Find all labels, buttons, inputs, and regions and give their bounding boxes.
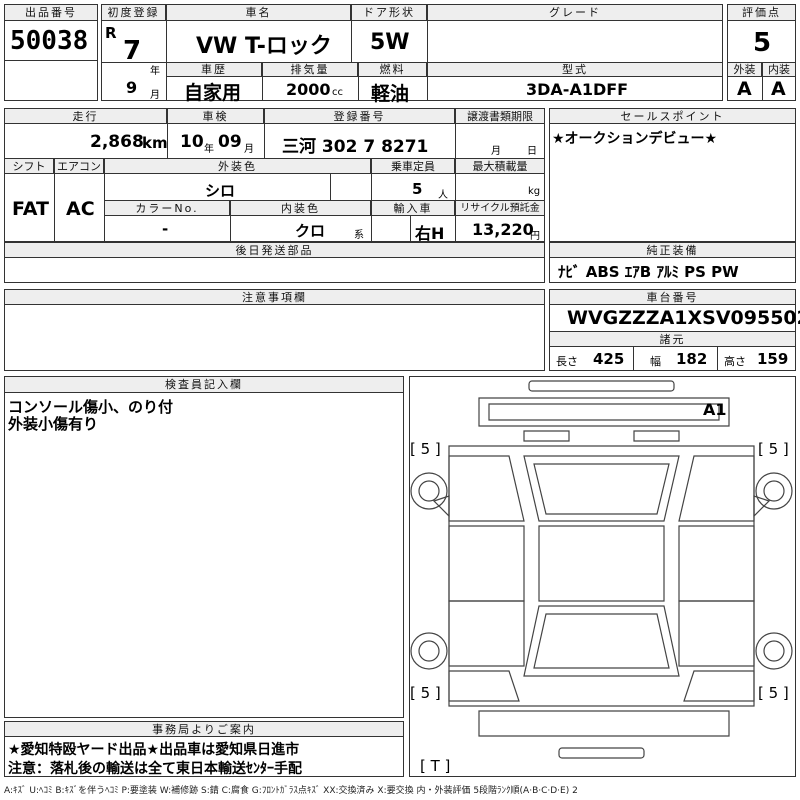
history: 自家用 [184,82,242,104]
specs-label: 諸元 [549,331,796,347]
mileage-unit: km [142,134,168,152]
era: R [105,24,117,42]
later-parts-label: 後日発送部品 [4,242,545,258]
shift-label: シフト [4,158,54,174]
chassis-number: WVGZZZA1XSV095502 [567,307,800,329]
inspector-line-2: 外装小傷有り [8,415,99,433]
reg-year-unit: 年 [150,66,160,77]
length: 425 [593,350,625,368]
sales-label: セールスポイント [549,108,796,124]
recycle-unit: 円 [530,231,540,242]
inspection-label: 車検 [167,108,264,124]
ac-label: エアコン [54,158,104,174]
mileage-label: 走行 [4,108,167,124]
tire-front-right: [ 5 ] [758,440,789,458]
insp-year: 10 [180,132,204,152]
exterior-color: シロ [205,182,236,200]
door-label: ドア形状 [351,4,427,21]
fuel-label: 燃料 [358,62,427,77]
chassis-label: 車台番号 [549,289,796,305]
shift: FAT [12,198,49,220]
load-unit: kg [528,186,541,197]
int-grade: A [771,78,786,100]
interior-label: 内装色 [230,200,371,216]
interior-unit: 系 [354,230,364,241]
equipment-label: 純正装備 [549,242,796,258]
interior-color: クロ [295,222,326,240]
ac: AC [66,198,95,220]
notes-label: 注意事項欄 [4,289,545,305]
transfer-month-unit: 月 [491,146,501,157]
score: 5 [753,28,772,58]
mileage: 2,868 [90,132,144,152]
name-label: 車名 [166,4,351,21]
insp-month: 09 [218,132,242,152]
tire-rear-left: [ 5 ] [410,684,441,702]
displacement-unit: cc [332,87,343,98]
detail-box [4,108,545,242]
grade-label: グレード [427,4,723,21]
tire-front-left: [ 5 ] [410,440,441,458]
reg-month-unit: 月 [150,90,160,101]
legend: A:ｷｽﾞ U:ﾍｺﾐ B:ｷｽﾞを伴うﾍｺﾐ P:要塗装 W:補修跡 S:錆 … [4,786,578,796]
car-diagram [410,380,793,759]
reg-month: 9 [126,78,138,97]
door-type: 5W [370,30,410,55]
capacity-unit: 人 [438,190,448,201]
model-label: 型式 [427,62,723,77]
equipment: ﾅﾋﾞ ABS ｴｱB ｱﾙﾐ PS PW [558,263,739,281]
insp-month-unit: 月 [244,144,254,155]
office-line-1: ★愛知特殴ヤード出品★出品車は愛知県日進市 [8,742,300,758]
capacity: 5 [412,180,423,198]
sales-point: ★オークションデビュー★ [552,131,718,147]
inspector-label: 検査員記入欄 [4,376,404,393]
office-line-2: 注意：落札後の輸送は全て東日本輸送ｾﾝﾀｰ手配 [8,761,302,777]
capacity-label: 乗車定員 [371,158,455,174]
ext-grade: A [737,78,752,100]
plate-label: 登録番号 [264,108,455,124]
color-label: 外装色 [104,158,371,174]
transfer-day-unit: 日 [527,146,537,157]
model: 3DA-A1DFF [526,80,629,99]
trunk-mark: [ T ] [420,757,451,775]
int-label: 内装 [762,62,796,77]
transfer-label: 譲渡書類期限 [455,108,545,124]
width: 182 [676,350,708,368]
office-label: 事務局よりご案内 [4,721,404,737]
score-label: 評価点 [727,4,796,21]
ext-label: 外装 [727,62,762,77]
colorno-label: カラーNo. [104,200,230,216]
car-name: VW T-ロック [196,34,332,59]
tire-rear-right: [ 5 ] [758,684,789,702]
import: 右H [415,224,445,243]
height-label: 高さ [724,355,746,368]
height: 159 [757,350,789,368]
recycle-label: リサイクル預託金 [455,200,545,216]
fuel: 軽油 [371,83,410,105]
damage-mark-a1: A1 [703,400,727,419]
insp-year-unit: 年 [204,144,214,155]
first-reg-label: 初度登録 [101,4,166,21]
plate-number: 三河 302 7 8271 [282,137,429,157]
displacement-label: 排気量 [262,62,358,77]
length-label: 長さ [556,355,578,368]
color-number: - [162,220,169,238]
history-label: 車歴 [166,62,262,77]
displacement: 2000 [286,80,331,99]
load-label: 最大積載量 [455,158,545,174]
recycle-fee: 13,220 [472,220,534,239]
width-label: 幅 [650,355,661,368]
lot-number: 50038 [10,26,89,56]
lot-label: 出品番号 [4,4,98,21]
import-label: 輸入車 [371,200,455,216]
